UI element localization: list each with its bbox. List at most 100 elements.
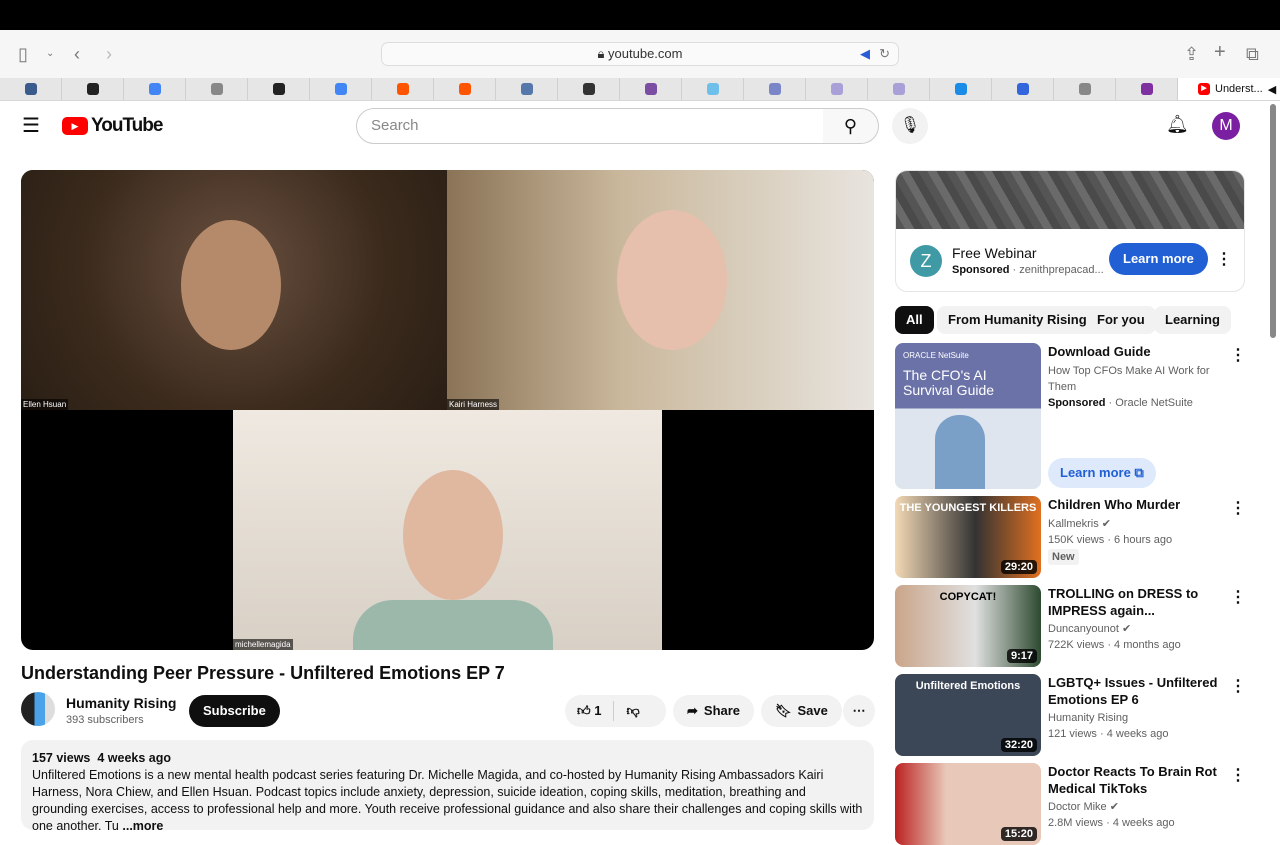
kebab-menu-icon[interactable]: ⋮ bbox=[1216, 249, 1232, 269]
youtube-header: ☰ ▶ YouTube Search ⚲ 🎙︎ 🔔︎ M bbox=[0, 101, 1268, 151]
chip-from-humanity-rising[interactable]: From Humanity Rising bbox=[937, 306, 1098, 334]
channel-name[interactable]: Duncanyounot ✔︎ bbox=[1048, 621, 1131, 637]
browser-tab[interactable] bbox=[248, 78, 310, 100]
kebab-menu-icon[interactable]: ⋮ bbox=[1230, 765, 1246, 785]
menu-icon[interactable]: ☰ bbox=[22, 113, 40, 138]
chip-learning[interactable]: Learning bbox=[1154, 306, 1231, 334]
learn-more-button[interactable]: Learn more ⧉ bbox=[1048, 458, 1156, 488]
kebab-menu-icon[interactable]: ⋮ bbox=[1230, 587, 1246, 607]
address-bar[interactable]: 🔒︎ youtube.com ◀︎ ↻ bbox=[381, 42, 899, 66]
scrollbar[interactable] bbox=[1270, 104, 1276, 338]
recommended-video[interactable]: THE YOUNGEST KILLERS 29:20 Children Who M… bbox=[895, 496, 1246, 578]
browser-tab[interactable] bbox=[124, 78, 186, 100]
more-actions-button[interactable]: ⋯ bbox=[843, 695, 875, 727]
browser-tab[interactable] bbox=[868, 78, 930, 100]
lock-icon: 🔒︎ bbox=[597, 46, 609, 61]
browser-tab[interactable] bbox=[186, 78, 248, 100]
recommended-video[interactable]: COPYCAT! 9:17 TROLLING on DRESS to IMPRES… bbox=[895, 585, 1246, 667]
browser-tab[interactable] bbox=[434, 78, 496, 100]
thumbs-down-icon: 👎︎ bbox=[626, 703, 640, 718]
save-button[interactable]: 🔖︎ Save bbox=[761, 695, 842, 727]
clock-icon bbox=[24, 83, 37, 95]
browser-tab[interactable] bbox=[496, 78, 558, 100]
browser-tab[interactable] bbox=[930, 78, 992, 100]
like-button[interactable]: 👍︎ 1 bbox=[577, 695, 601, 727]
soundcloud-icon bbox=[458, 83, 471, 95]
browser-tab[interactable] bbox=[1116, 78, 1178, 100]
forward-icon[interactable]: › bbox=[106, 44, 112, 65]
new-tab-icon[interactable]: + bbox=[1214, 41, 1226, 64]
youtube-logo[interactable]: ▶ YouTube bbox=[62, 115, 163, 137]
browser-tab[interactable] bbox=[992, 78, 1054, 100]
grammarly-icon bbox=[1078, 83, 1091, 95]
active-tab[interactable]: ▶ Underst... ◀︎ bbox=[1178, 78, 1280, 100]
play-icon: ▶ bbox=[62, 117, 88, 135]
google-icon bbox=[148, 83, 161, 95]
ad-thumbnail: ORACLE NetSuite The CFO's AI Survival Gu… bbox=[895, 343, 1041, 489]
ad-title: Free Webinar bbox=[952, 245, 1037, 261]
participant-tile: Kairi Harness bbox=[447, 170, 874, 410]
browser-tab[interactable] bbox=[1054, 78, 1116, 100]
verified-icon: ✔︎ bbox=[1122, 623, 1132, 635]
browser-tab[interactable] bbox=[620, 78, 682, 100]
duration-badge: 9:17 bbox=[1006, 649, 1037, 663]
chevron-down-icon[interactable]: ⌄ bbox=[46, 48, 54, 59]
browser-tab[interactable] bbox=[558, 78, 620, 100]
channel-name[interactable]: Humanity Rising bbox=[1048, 710, 1128, 726]
channel-name[interactable]: Humanity Rising bbox=[66, 695, 176, 711]
grammarly-icon bbox=[210, 83, 223, 95]
ad-card[interactable]: Z Free Webinar Sponsored · zenithprepaca… bbox=[895, 170, 1245, 292]
speaker-icon[interactable]: ◀︎ bbox=[1268, 83, 1276, 96]
channel-name[interactable]: Doctor Mike ✔︎ bbox=[1048, 799, 1119, 815]
video-thumbnail: THE YOUNGEST KILLERS 29:20 bbox=[895, 496, 1041, 578]
subscribe-button[interactable]: Subscribe bbox=[189, 695, 280, 727]
external-link-icon: ⧉ bbox=[1134, 465, 1144, 480]
recommended-video[interactable]: 15:20 Doctor Reacts To Brain Rot Medical… bbox=[895, 763, 1246, 845]
sponsored-item[interactable]: ORACLE NetSuite The CFO's AI Survival Gu… bbox=[895, 343, 1246, 489]
reload-icon[interactable]: ↻ bbox=[879, 43, 890, 65]
recommended-video[interactable]: Unfiltered Emotions 32:20 LGBTQ+ Issues -… bbox=[895, 674, 1246, 756]
voice-search-button[interactable]: 🎙︎ bbox=[892, 108, 928, 144]
search-button[interactable]: ⚲ bbox=[823, 108, 879, 144]
back-icon[interactable]: ‹ bbox=[74, 44, 80, 65]
browser-tab[interactable] bbox=[310, 78, 372, 100]
more-link[interactable]: ...more bbox=[122, 819, 163, 833]
search-input[interactable]: Search bbox=[356, 108, 824, 144]
speaker-icon[interactable]: ◀︎ bbox=[860, 43, 870, 65]
verified-icon: ✔︎ bbox=[1109, 801, 1119, 813]
kebab-menu-icon[interactable]: ⋮ bbox=[1230, 345, 1246, 365]
notion-icon bbox=[272, 83, 285, 95]
tab-overview-icon[interactable]: ⧉ bbox=[1246, 44, 1259, 65]
browser-tab[interactable] bbox=[806, 78, 868, 100]
notion-icon bbox=[86, 83, 99, 95]
kebab-menu-icon[interactable]: ⋮ bbox=[1230, 498, 1246, 518]
chip-all[interactable]: All bbox=[895, 306, 934, 334]
skype-icon bbox=[954, 83, 967, 95]
kebab-menu-icon[interactable]: ⋮ bbox=[1230, 676, 1246, 696]
advertiser-logo: Z bbox=[910, 245, 942, 277]
subscriber-count: 393 subscribers bbox=[66, 714, 144, 726]
description-box[interactable]: 157 views 4 weeks ago Unfiltered Emotion… bbox=[21, 740, 874, 833]
channel-avatar[interactable] bbox=[21, 692, 55, 726]
participant-tile: Ellen Hsuan bbox=[21, 170, 447, 410]
item-title: Children Who Murder bbox=[1048, 497, 1181, 512]
video-player[interactable]: Ellen Hsuan Kairi Harness michellemagida bbox=[21, 170, 874, 650]
verified-icon: ✔︎ bbox=[1101, 518, 1112, 530]
browser-tab[interactable] bbox=[744, 78, 806, 100]
share-icon[interactable]: ⇪ bbox=[1184, 44, 1199, 65]
dislike-button[interactable]: 👎︎ bbox=[626, 695, 639, 727]
openai-icon bbox=[582, 83, 595, 95]
tab-bar: ▶ Underst... ◀︎ bbox=[0, 78, 1280, 101]
chip-for-you[interactable]: For you bbox=[1086, 306, 1156, 334]
share-button[interactable]: ➦ Share bbox=[673, 695, 755, 727]
avatar[interactable]: M bbox=[1212, 112, 1240, 140]
browser-tab[interactable] bbox=[62, 78, 124, 100]
browser-tab[interactable] bbox=[372, 78, 434, 100]
bell-icon[interactable]: 🔔︎ bbox=[1166, 114, 1189, 135]
browser-tab[interactable] bbox=[682, 78, 744, 100]
paypal-icon bbox=[706, 83, 719, 95]
browser-tab[interactable] bbox=[0, 78, 62, 100]
channel-name[interactable]: Kallmekris ✔︎ bbox=[1048, 516, 1111, 532]
sidebar-icon[interactable]: ▯ bbox=[18, 44, 28, 65]
learn-more-button[interactable]: Learn more bbox=[1109, 243, 1208, 275]
